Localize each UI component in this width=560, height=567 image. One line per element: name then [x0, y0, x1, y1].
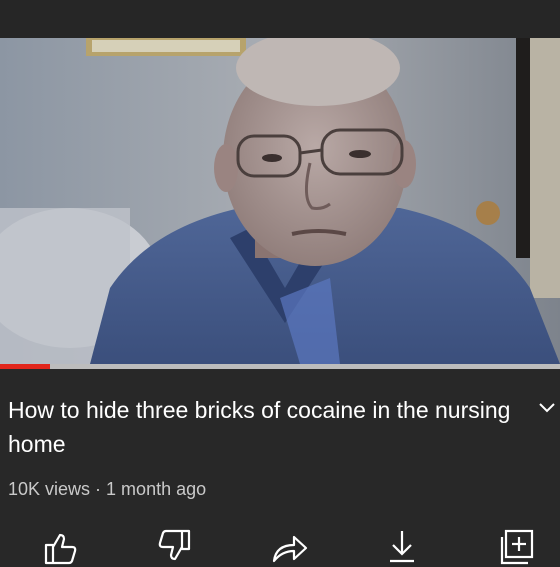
share-icon[interactable]	[270, 527, 310, 567]
action-bar	[0, 527, 560, 567]
video-meta: 10K views · 1 month ago	[8, 479, 206, 500]
save-to-playlist-icon[interactable]	[498, 527, 538, 567]
video-info: How to hide three bricks of cocaine in t…	[0, 369, 560, 565]
download-icon[interactable]	[382, 527, 422, 567]
view-count: 10K views	[8, 479, 91, 499]
video-thumbnail	[0, 38, 560, 364]
thumbs-down-icon[interactable]	[155, 527, 195, 567]
meta-separator: ·	[95, 479, 102, 499]
upload-age: 1 month ago	[106, 479, 207, 499]
top-bar	[0, 0, 560, 38]
thumbs-up-icon[interactable]	[40, 527, 80, 567]
chevron-down-icon[interactable]	[538, 399, 556, 417]
video-title[interactable]: How to hide three bricks of cocaine in t…	[8, 393, 528, 461]
video-player[interactable]	[0, 38, 560, 364]
